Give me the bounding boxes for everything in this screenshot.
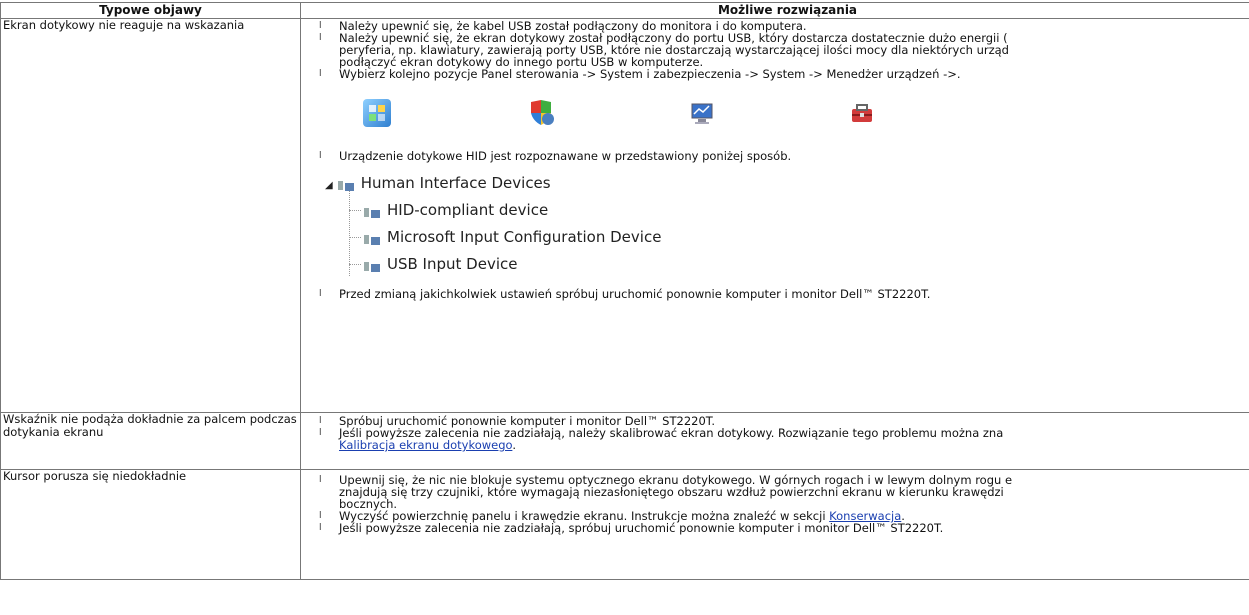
tree-root: ◢ Human Interface Devices [325, 172, 551, 194]
security-shield-icon [527, 99, 555, 127]
symptom-cell: Ekran dotykowy nie reaguje na wskazania [0, 18, 301, 413]
hid-device-icon [363, 258, 381, 272]
control-panel-path-icons [303, 92, 1249, 142]
symptom-cell: Kursor porusza się niedokładnie [0, 469, 301, 580]
solution-list: l Należy upewnić się, że kabel USB został… [303, 20, 1249, 80]
list-item: l Przed zmianą jakichkolwiek ustawień spr… [319, 287, 931, 301]
solution-cell: l Spróbuj uruchomić ponownie komputer i m… [300, 412, 1249, 470]
hid-device-icon [363, 204, 381, 218]
table-row: Wskaźnik nie podąża dokładnie za palcem … [0, 412, 1249, 470]
hid-device-icon [363, 231, 381, 245]
system-computer-icon [689, 99, 717, 127]
tree-child: Microsoft Input Configuration Device [363, 226, 661, 248]
control-panel-icon [363, 99, 391, 127]
tree-child: HID-compliant device [363, 199, 548, 221]
solution-cell: l Upewnij się, że nic nie blokuje systemu… [300, 469, 1249, 580]
header-solutions: Możliwe rozwiązania [300, 2, 1249, 19]
solution-cell: l Należy upewnić się, że kabel USB został… [300, 18, 1249, 413]
calibration-link[interactable]: Kalibracja ekranu dotykowego [339, 438, 512, 452]
header-row: Typowe objawy Możliwe rozwiązania [0, 2, 1249, 19]
list-item: l Urządzenie dotykowe HID jest rozpoznawa… [319, 149, 792, 163]
list-item: l Jeśli powyższe zalecenia nie zadziałają… [319, 521, 944, 535]
solution-list: l Spróbuj uruchomić ponownie komputer i m… [303, 415, 1249, 451]
list-item-continuation: Kalibracja ekranu dotykowego. [339, 438, 517, 452]
hid-device-icon [337, 177, 355, 191]
solution-list: l Upewnij się, że nic nie blokuje systemu… [303, 474, 1249, 534]
table-row: Kursor porusza się niedokładnie l Upewnij… [0, 469, 1249, 580]
list-item-continuation: znajdują się trzy czujniki, które wymaga… [339, 485, 1004, 499]
header-symptoms: Typowe objawy [0, 2, 301, 19]
tree-child: USB Input Device [363, 253, 517, 275]
tree-root-label: Human Interface Devices [360, 174, 551, 192]
table-row: Ekran dotykowy nie reaguje na wskazania … [0, 18, 1249, 413]
expand-arrow-icon: ◢ [325, 180, 333, 191]
troubleshooting-table: Typowe objawy Możliwe rozwiązania Ekran … [0, 2, 1249, 580]
solution-list: l Urządzenie dotykowe HID jest rozpoznawa… [303, 150, 1249, 162]
symptom-cell: Wskaźnik nie podąża dokładnie za palcem … [0, 412, 301, 470]
solution-list: l Przed zmianą jakichkolwiek ustawień spr… [303, 288, 1249, 300]
device-manager-tree: ◢ Human Interface Devices HID-compliant d… [303, 166, 1249, 284]
toolbox-icon [848, 99, 876, 127]
list-item: l Wybierz kolejno pozycje Panel sterowani… [319, 67, 961, 81]
